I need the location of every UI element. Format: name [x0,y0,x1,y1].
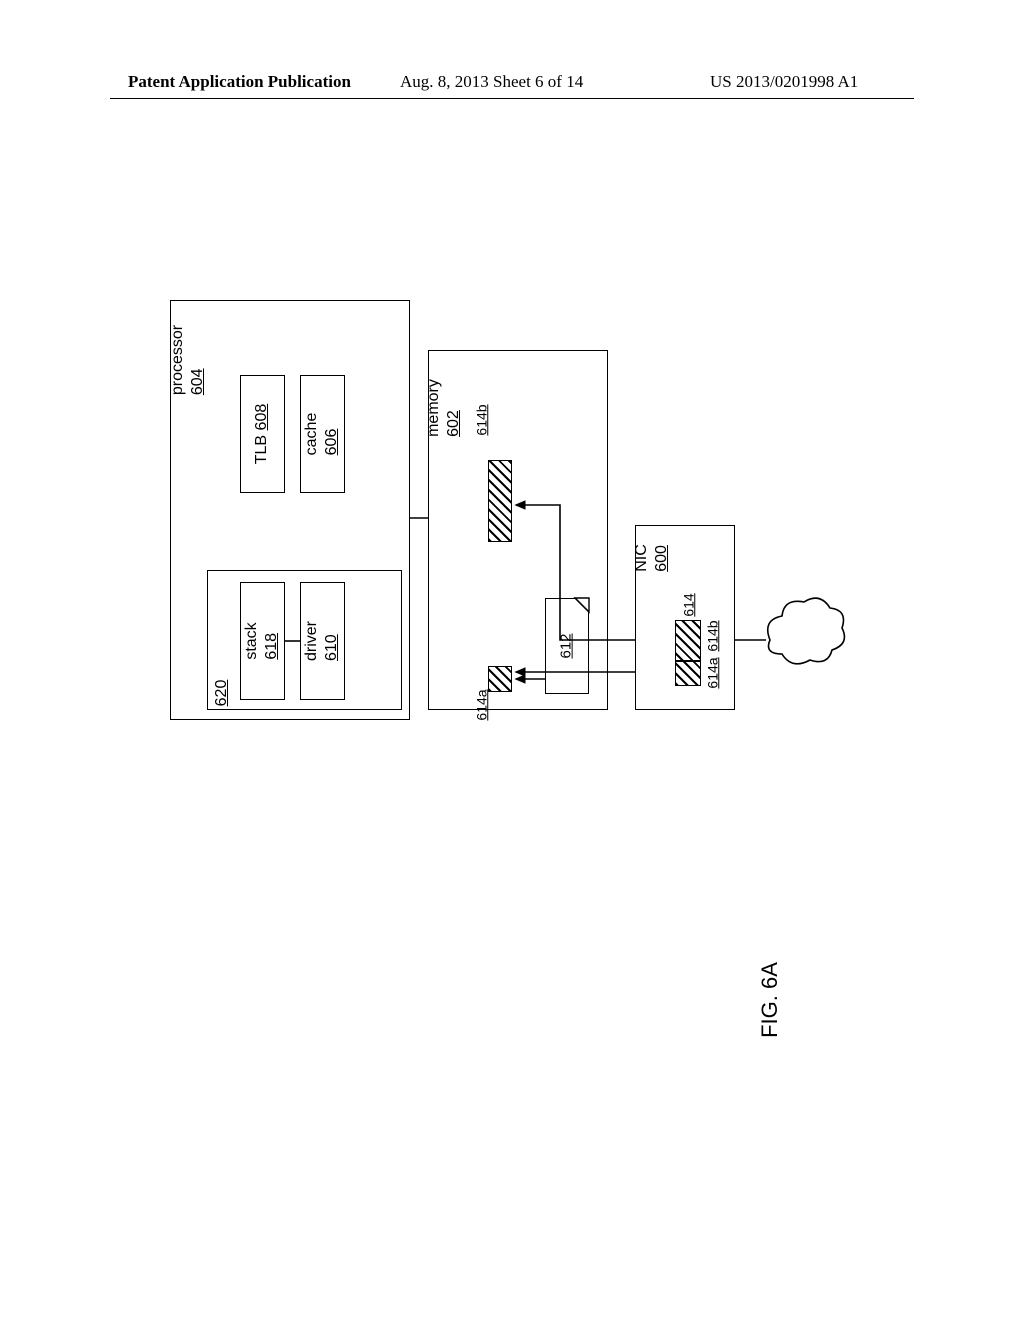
header-right: US 2013/0201998 A1 [710,72,858,92]
nic-buf-614a-ref: 614a [704,657,720,688]
nic-buf-614-label: 614 [680,593,698,616]
app-box-620-label: 620 [212,680,232,707]
driver-label: driver 610 [302,621,342,661]
memory-buf-614b-ref: 614b [473,404,489,435]
memory-buf-614a [488,666,512,692]
memory-buf-614a-ref: 614a [473,689,489,720]
nic-ref: 600 [653,545,670,572]
memory-buf-614a-label: 614a [473,689,491,720]
header-rule [110,98,914,99]
nic-title: NIC [633,544,650,572]
nic-label: NIC 600 [632,544,672,572]
driver-title: driver [303,621,320,661]
memory-title: memory [425,379,442,437]
stack-title: stack [243,622,260,659]
page-table-label: 612 [558,633,577,658]
nic-buf-614-ref: 614 [680,593,696,616]
tlb-title: TLB [253,435,270,464]
header-left: Patent Application Publication [128,72,351,92]
memory-buf-614b [488,460,512,542]
network-cloud-icon [768,598,845,664]
memory-ref: 602 [445,410,462,437]
header-mid: Aug. 8, 2013 Sheet 6 of 14 [400,72,583,92]
cache-label: cache 606 [302,413,342,456]
driver-ref: 610 [323,634,340,661]
app-box-620-ref: 620 [213,680,230,707]
stack-label: stack 618 [242,622,282,659]
tlb-ref: 608 [253,404,270,431]
processor-ref: 604 [189,368,206,395]
nic-buf-614a-label: 614a [704,657,722,688]
memory-label: memory 602 [424,379,464,437]
page-table-ref: 612 [558,633,575,658]
memory-buf-614b-label: 614b [473,404,491,435]
nic-buf-614b-ref: 614b [704,620,720,651]
nic-buf-614 [675,620,701,686]
processor-title: processor [169,325,186,395]
tlb-label: TLB 608 [252,404,272,465]
figure-caption: FIG. 6A [757,962,783,1038]
cache-title: cache [303,413,320,456]
nic-buf-divider [675,660,701,662]
cache-ref: 606 [323,429,340,456]
nic-buf-614b-label: 614b [704,620,722,651]
processor-label: processor 604 [168,325,208,395]
stack-ref: 618 [263,633,280,660]
